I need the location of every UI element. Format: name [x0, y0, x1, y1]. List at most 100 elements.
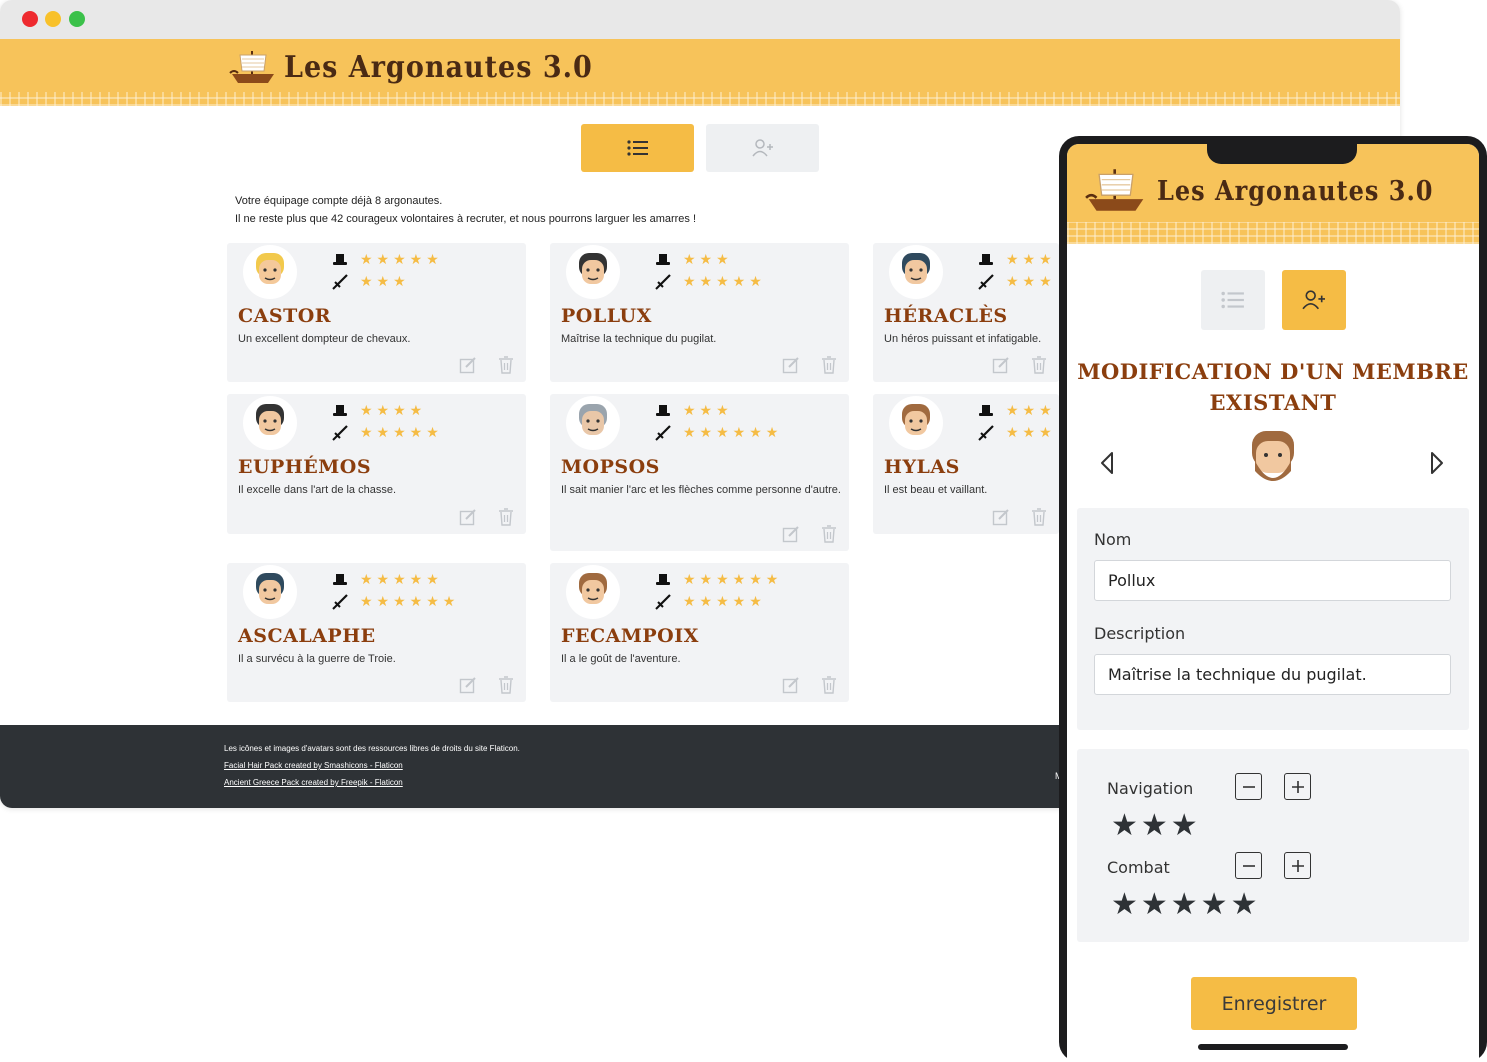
crew-card: ★★★ ★★★★★ Pollux Maîtrise la technique du p…	[550, 243, 849, 382]
edit-button[interactable]	[459, 676, 477, 694]
mobile-app-logo[interactable]: Les Argonautes 3.0	[1081, 164, 1434, 216]
list-icon	[1221, 291, 1244, 309]
sword-icon	[978, 425, 994, 441]
member-avatar	[566, 245, 620, 299]
delete-button[interactable]	[497, 356, 515, 374]
previous-avatar-button[interactable]	[1097, 450, 1117, 476]
hat-icon-wrap	[332, 252, 348, 268]
combat-decrease-button[interactable]	[1235, 852, 1262, 879]
combat-stars: ★★★	[1006, 425, 1056, 441]
description-input[interactable]	[1094, 654, 1451, 695]
sword-icon	[655, 425, 671, 441]
sword-icon-wrap	[655, 425, 671, 441]
hat-icon	[979, 254, 993, 265]
footer-link-facial-hair[interactable]: Facial Hair Pack created by Smashicons -…	[224, 761, 403, 770]
edit-button[interactable]	[992, 508, 1010, 526]
list-view-button[interactable]	[581, 124, 694, 172]
member-name: Fecampoix	[561, 625, 699, 647]
maximize-window-button[interactable]	[69, 11, 85, 27]
sword-icon	[655, 594, 671, 610]
member-avatar	[243, 245, 297, 299]
card-actions	[782, 525, 838, 543]
delete-button[interactable]	[820, 525, 838, 543]
plus-icon	[1291, 859, 1304, 872]
member-avatar	[889, 396, 943, 450]
edit-icon	[459, 509, 476, 526]
combat-increase-button[interactable]	[1284, 852, 1311, 879]
trash-icon	[499, 356, 513, 374]
navigation-increase-button[interactable]	[1284, 773, 1311, 800]
app-logo[interactable]: Les Argonautes 3.0	[228, 47, 593, 87]
edit-icon	[992, 509, 1009, 526]
edit-button[interactable]	[992, 356, 1010, 374]
edit-button[interactable]	[459, 356, 477, 374]
delete-button[interactable]	[1030, 356, 1048, 374]
combat-stat: ★★★★★★	[655, 425, 782, 441]
navigation-stars: ★★★★★★	[683, 572, 783, 588]
hat-icon-wrap	[332, 572, 348, 588]
combat-stat: ★★★	[332, 274, 410, 290]
next-avatar-button[interactable]	[1427, 450, 1447, 476]
name-input[interactable]	[1094, 560, 1451, 601]
navigation-stat: ★★★★★	[332, 252, 443, 268]
navigation-stars: ★★★	[683, 252, 733, 268]
delete-button[interactable]	[497, 508, 515, 526]
edit-icon	[459, 357, 476, 374]
avatar-icon	[579, 253, 607, 284]
hat-icon	[656, 254, 670, 265]
navigation-stars: ★★★	[1006, 403, 1056, 419]
navigation-stars: ★★★★	[360, 403, 427, 419]
delete-button[interactable]	[497, 676, 515, 694]
sword-icon	[655, 274, 671, 290]
footer-link-ancient-greece[interactable]: Ancient Greece Pack created by Freepik -…	[224, 778, 403, 787]
hat-icon-wrap	[655, 572, 671, 588]
add-user-icon	[1302, 290, 1325, 310]
card-actions	[992, 356, 1048, 374]
edit-button[interactable]	[782, 676, 800, 694]
navigation-stat: ★★★	[978, 252, 1056, 268]
edit-button[interactable]	[782, 356, 800, 374]
member-avatar	[566, 396, 620, 450]
member-description: Il est beau et vaillant.	[884, 484, 988, 496]
avatar-icon	[902, 404, 930, 435]
greek-pattern	[1067, 222, 1479, 244]
delete-button[interactable]	[820, 356, 838, 374]
navigation-stat: ★★★	[655, 252, 733, 268]
sword-icon-wrap	[332, 594, 348, 610]
sword-icon	[332, 274, 348, 290]
mobile-add-member-button[interactable]	[1282, 270, 1346, 330]
description-label: Description	[1094, 624, 1186, 643]
minimize-window-button[interactable]	[45, 11, 61, 27]
combat-stat: ★★★★★	[655, 274, 766, 290]
sword-icon-wrap	[978, 274, 994, 290]
chevron-left-icon	[1101, 452, 1113, 474]
edit-button[interactable]	[459, 508, 477, 526]
add-member-button[interactable]	[706, 124, 819, 172]
sword-icon-wrap	[655, 594, 671, 610]
navigation-decrease-button[interactable]	[1235, 773, 1262, 800]
member-name: Hylas	[884, 456, 960, 478]
navigation-label: Navigation	[1107, 779, 1194, 798]
phone-screen: Les Argonautes 3.0 Modification d'un mem…	[1067, 144, 1479, 1062]
minus-icon	[1242, 785, 1255, 788]
member-description: Il a le goût de l'aventure.	[561, 653, 681, 665]
crew-card: ★★★ ★★★★★★ Mopsos Il sait manier l'arc et l…	[550, 394, 849, 551]
sword-icon-wrap	[332, 274, 348, 290]
avatar-icon	[256, 253, 284, 284]
mobile-list-view-button[interactable]	[1201, 270, 1265, 330]
delete-button[interactable]	[1030, 508, 1048, 526]
close-window-button[interactable]	[22, 11, 38, 27]
edit-icon	[782, 357, 799, 374]
delete-button[interactable]	[820, 676, 838, 694]
crew-count-text: Votre équipage compte déjà 8 argonautes.	[235, 195, 443, 207]
crew-card: ★★★★★★ ★★★★★ Fecampoix Il a le goût de l'av…	[550, 563, 849, 702]
ship-icon	[229, 51, 274, 83]
avatar-icon	[579, 404, 607, 435]
member-stats: Navigation ★★★ Combat ★★★★★	[1077, 749, 1469, 942]
edit-button[interactable]	[782, 525, 800, 543]
card-actions	[782, 676, 838, 694]
card-actions	[459, 356, 515, 374]
save-button[interactable]: Enregistrer	[1191, 977, 1357, 1030]
navigation-stat: ★★★★	[332, 403, 426, 419]
sword-icon	[332, 594, 348, 610]
